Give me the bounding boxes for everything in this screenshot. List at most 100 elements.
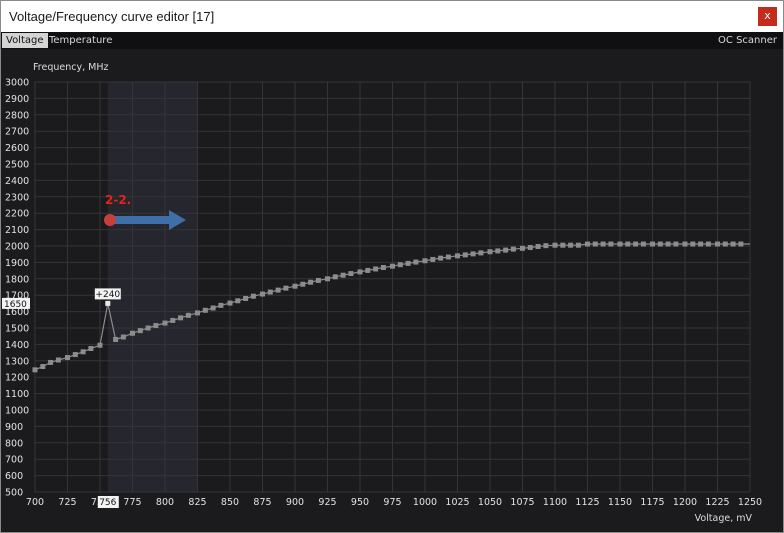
curve-point[interactable] xyxy=(592,241,598,247)
curve-point[interactable] xyxy=(308,279,314,285)
curve-point[interactable] xyxy=(113,336,119,342)
curve-point[interactable] xyxy=(650,241,655,247)
curve-point[interactable] xyxy=(65,355,70,361)
curve-point[interactable] xyxy=(705,241,711,247)
curve-point[interactable] xyxy=(568,242,574,248)
curve-point[interactable] xyxy=(315,277,321,283)
curve-point[interactable] xyxy=(560,242,566,248)
curve-point[interactable] xyxy=(527,244,533,250)
curve-point[interactable] xyxy=(715,241,720,247)
curve-point[interactable] xyxy=(405,260,411,266)
curve-point[interactable] xyxy=(722,241,728,247)
curve-point[interactable] xyxy=(88,346,94,351)
curve-point[interactable] xyxy=(162,320,168,326)
curve-point[interactable] xyxy=(365,267,371,273)
curve-point[interactable] xyxy=(445,254,451,260)
curve-point[interactable] xyxy=(32,367,38,373)
curve-point[interactable] xyxy=(80,349,86,355)
curve-point[interactable] xyxy=(487,249,493,255)
vf-curve-chart[interactable]: 7007257507758008258508759009259509751000… xyxy=(1,49,783,532)
curve-point[interactable] xyxy=(413,259,419,265)
curve-point[interactable] xyxy=(625,241,631,247)
curve-point[interactable] xyxy=(235,298,241,304)
curve-point[interactable] xyxy=(552,242,558,248)
x-tick-label: 1125 xyxy=(575,497,599,508)
curve-point[interactable] xyxy=(218,302,224,308)
curve-point[interactable] xyxy=(422,258,428,264)
curve-point[interactable] xyxy=(535,243,541,249)
curve-point[interactable] xyxy=(503,247,509,253)
curve-point[interactable] xyxy=(673,241,679,247)
curve-point[interactable] xyxy=(640,241,646,247)
curve-point[interactable] xyxy=(698,241,704,247)
curve-point[interactable] xyxy=(738,241,744,247)
curve-point[interactable] xyxy=(210,305,216,311)
curve-point[interactable] xyxy=(357,269,363,275)
close-button[interactable]: x xyxy=(758,7,777,26)
curve-point[interactable] xyxy=(300,281,306,287)
curve-point[interactable] xyxy=(600,241,606,247)
x-tick-label: 725 xyxy=(58,497,76,508)
curve-point[interactable] xyxy=(397,262,403,268)
curve-point[interactable] xyxy=(348,271,354,277)
curve-point[interactable] xyxy=(145,325,151,331)
curve-point[interactable] xyxy=(48,359,54,365)
curve-point[interactable] xyxy=(195,310,200,316)
curve-point[interactable] xyxy=(380,264,386,270)
curve-point[interactable] xyxy=(137,328,143,334)
curve-point[interactable] xyxy=(608,241,614,247)
curve-point[interactable] xyxy=(462,252,468,258)
curve-point[interactable] xyxy=(438,255,444,261)
curve-point[interactable] xyxy=(292,283,298,289)
curve-point[interactable] xyxy=(178,315,184,321)
curve-point-selected[interactable] xyxy=(105,300,111,306)
y-tick-label: 2700 xyxy=(5,127,29,138)
tab-voltage[interactable]: Voltage xyxy=(2,33,48,48)
curve-point[interactable] xyxy=(373,266,379,272)
curve-point[interactable] xyxy=(585,241,590,247)
oc-scanner-button[interactable]: OC Scanner xyxy=(714,33,781,48)
curve-point[interactable] xyxy=(682,241,688,247)
curve-point[interactable] xyxy=(665,241,671,247)
curve-point[interactable] xyxy=(390,263,395,269)
curve-point[interactable] xyxy=(325,276,330,282)
curve-point[interactable] xyxy=(72,352,78,358)
curve-point[interactable] xyxy=(657,241,663,247)
curve-point[interactable] xyxy=(495,248,501,254)
curve-point[interactable] xyxy=(633,241,639,247)
curve-point[interactable] xyxy=(120,334,126,340)
x-tick-label: 1100 xyxy=(543,497,567,508)
curve-point[interactable] xyxy=(97,342,103,348)
curve-point[interactable] xyxy=(510,246,516,252)
curve-point[interactable] xyxy=(430,256,436,262)
curve-point[interactable] xyxy=(40,364,46,370)
curve-point[interactable] xyxy=(340,272,346,278)
curve-point[interactable] xyxy=(617,241,623,247)
title-bar[interactable]: Voltage/Frequency curve editor [17] x xyxy=(1,1,783,33)
curve-point[interactable] xyxy=(153,323,159,329)
y-tick-label: 2000 xyxy=(5,242,29,253)
curve-point[interactable] xyxy=(520,245,525,251)
curve-point[interactable] xyxy=(170,317,176,323)
curve-point[interactable] xyxy=(260,291,265,297)
curve-point[interactable] xyxy=(575,242,581,248)
curve-point[interactable] xyxy=(478,250,484,256)
curve-point[interactable] xyxy=(470,251,476,257)
curve-point[interactable] xyxy=(250,293,256,299)
curve-point[interactable] xyxy=(332,274,338,280)
curve-point[interactable] xyxy=(267,289,273,295)
curve-point[interactable] xyxy=(243,295,249,301)
curve-point[interactable] xyxy=(227,300,233,306)
curve-point[interactable] xyxy=(283,285,289,291)
tab-temperature[interactable]: Temperature xyxy=(45,33,116,48)
curve-point[interactable] xyxy=(185,312,191,318)
curve-point[interactable] xyxy=(202,307,208,313)
curve-point[interactable] xyxy=(543,243,549,249)
x-tick-label: 950 xyxy=(351,497,369,508)
curve-point[interactable] xyxy=(730,241,736,247)
curve-point[interactable] xyxy=(690,241,696,247)
curve-point[interactable] xyxy=(130,330,135,336)
curve-point[interactable] xyxy=(275,287,281,293)
curve-point[interactable] xyxy=(55,357,61,363)
curve-point[interactable] xyxy=(455,253,460,259)
